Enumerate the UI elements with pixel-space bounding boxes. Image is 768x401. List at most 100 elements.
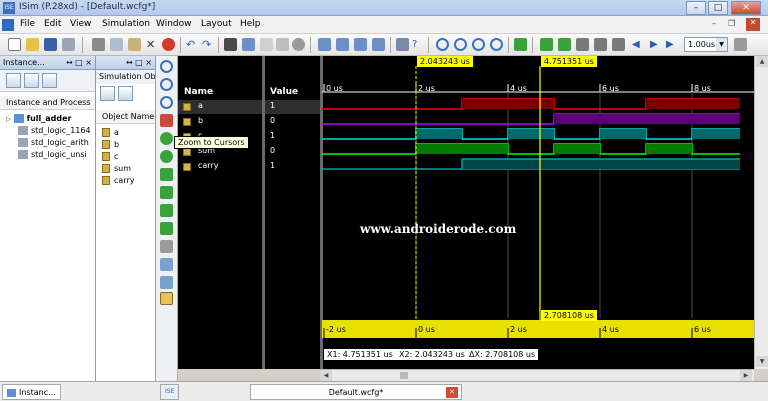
tab-objects[interactable]: ISE bbox=[160, 384, 180, 400]
tree-item[interactable]: std_logic_1164 bbox=[18, 126, 91, 135]
run-step-icon[interactable]: ▶ bbox=[666, 38, 679, 51]
scroll-left-icon[interactable]: ◀ bbox=[320, 370, 332, 381]
object-sort-icon[interactable] bbox=[118, 86, 133, 101]
new-file-icon[interactable] bbox=[8, 38, 21, 51]
refresh-icon[interactable] bbox=[514, 38, 527, 51]
zoom-cursors-icon[interactable] bbox=[490, 38, 503, 51]
undo-icon[interactable]: ↶ bbox=[186, 38, 199, 51]
minimize-button[interactable]: – bbox=[686, 1, 706, 15]
sort-icon[interactable] bbox=[276, 38, 289, 51]
run-back-icon[interactable] bbox=[594, 38, 607, 51]
step-icon[interactable] bbox=[558, 38, 571, 51]
goto-icon[interactable] bbox=[260, 38, 273, 51]
menu-view[interactable]: View bbox=[70, 19, 91, 29]
time-label: 2 us bbox=[418, 84, 435, 93]
prev-transition-icon[interactable] bbox=[160, 168, 173, 181]
goto-latest-time-icon[interactable] bbox=[160, 150, 173, 163]
rewind-icon[interactable]: ◀ bbox=[632, 38, 645, 51]
run-time-select[interactable]: 1.00us ▼ bbox=[684, 37, 728, 52]
tools-icon[interactable] bbox=[396, 38, 409, 51]
dropdown-arrow-icon[interactable]: ▼ bbox=[716, 38, 727, 51]
floating-ruler-icon[interactable] bbox=[160, 292, 173, 305]
menu-help[interactable]: Help bbox=[240, 19, 261, 29]
open-folder-icon[interactable] bbox=[26, 38, 39, 51]
object-item[interactable]: sum bbox=[102, 164, 131, 173]
redo-icon[interactable]: ↷ bbox=[202, 38, 215, 51]
break-icon[interactable] bbox=[576, 38, 589, 51]
signal-name[interactable]: carry bbox=[198, 161, 218, 170]
mdi-close-icon[interactable]: ✕ bbox=[746, 18, 760, 31]
zoom-cursors-icon[interactable] bbox=[160, 114, 173, 127]
swap-cursors-icon[interactable] bbox=[160, 258, 173, 271]
zoom-in-icon[interactable] bbox=[160, 60, 173, 73]
paste-icon[interactable] bbox=[128, 38, 141, 51]
save-icon[interactable] bbox=[44, 38, 57, 51]
tab-instances[interactable]: Instanc... bbox=[2, 384, 61, 400]
run-for-icon[interactable] bbox=[612, 38, 625, 51]
copy-icon[interactable] bbox=[110, 38, 123, 51]
menu-app-icon[interactable] bbox=[2, 19, 14, 31]
time-label: 0 us bbox=[418, 325, 435, 334]
snap-icon[interactable] bbox=[160, 276, 173, 289]
next-marker-icon[interactable] bbox=[160, 240, 173, 253]
tree-item[interactable]: std_logic_unsi bbox=[18, 150, 87, 159]
mdi-min-icon[interactable]: – bbox=[712, 19, 716, 28]
find-next-icon[interactable] bbox=[242, 38, 255, 51]
signal-name[interactable]: a bbox=[198, 101, 203, 110]
expand-all-icon[interactable] bbox=[6, 73, 21, 88]
layout-cascade-icon[interactable] bbox=[318, 38, 331, 51]
layout-tile-v-icon[interactable] bbox=[354, 38, 367, 51]
object-filter-icon[interactable] bbox=[100, 86, 115, 101]
save-all-icon[interactable] bbox=[62, 38, 75, 51]
menu-simulation[interactable]: Simulation bbox=[102, 19, 150, 29]
tree-item[interactable]: std_logic_arith bbox=[18, 138, 89, 147]
cancel-icon[interactable] bbox=[292, 38, 305, 51]
scroll-thumb[interactable] bbox=[400, 372, 408, 379]
object-item[interactable]: c bbox=[102, 152, 118, 161]
stop-icon[interactable] bbox=[162, 38, 175, 51]
layout-tile-h-icon[interactable] bbox=[336, 38, 349, 51]
cut-icon[interactable] bbox=[92, 38, 105, 51]
object-item[interactable]: a bbox=[102, 128, 119, 137]
scroll-right-icon[interactable]: ▶ bbox=[740, 370, 752, 381]
prev-marker-icon[interactable] bbox=[160, 222, 173, 235]
menu-window[interactable]: Window bbox=[156, 19, 192, 29]
pane-controls-icon[interactable]: ↔ □ × bbox=[96, 56, 155, 70]
restart-icon[interactable] bbox=[540, 38, 553, 51]
horizontal-scrollbar[interactable]: ◀ ▶ bbox=[320, 369, 754, 381]
pane-controls-icon[interactable]: ↔ □ × bbox=[66, 58, 92, 67]
zoom-in-icon[interactable] bbox=[436, 38, 449, 51]
zoom-fit-icon[interactable] bbox=[160, 96, 173, 109]
zoom-fit-icon[interactable] bbox=[472, 38, 485, 51]
scroll-up-icon[interactable]: ▲ bbox=[756, 56, 768, 67]
help-icon[interactable]: ? bbox=[412, 38, 425, 51]
menu-edit[interactable]: Edit bbox=[44, 19, 61, 29]
find-icon[interactable] bbox=[224, 38, 237, 51]
run-time-icon[interactable] bbox=[734, 38, 747, 51]
goto-time-zero-icon[interactable] bbox=[160, 132, 173, 145]
close-button[interactable]: ✕ bbox=[731, 1, 761, 15]
next-transition-icon[interactable] bbox=[160, 186, 173, 199]
add-marker-icon[interactable] bbox=[160, 204, 173, 217]
waveform-plot[interactable]: 0 us 2 us 4 us 6 us 8 us -2 us 0 us 2 us… bbox=[322, 56, 754, 369]
mdi-restore-icon[interactable]: ❐ bbox=[728, 19, 735, 28]
tab-default-wcfg[interactable]: Default.wcfg* ✕ bbox=[250, 384, 462, 400]
run-icon[interactable]: ▶ bbox=[650, 38, 663, 51]
delete-icon[interactable]: ✕ bbox=[146, 38, 159, 51]
vertical-scrollbar[interactable]: ▲ ▼ bbox=[754, 56, 768, 369]
collapse-all-icon[interactable] bbox=[24, 73, 39, 88]
maximize-button[interactable]: □ bbox=[708, 1, 728, 15]
wave-high-fill bbox=[646, 99, 740, 109]
menu-file[interactable]: File bbox=[20, 19, 35, 29]
object-item[interactable]: b bbox=[102, 140, 119, 149]
object-item[interactable]: carry bbox=[102, 176, 134, 185]
layout-grid-icon[interactable] bbox=[372, 38, 385, 51]
zoom-out-icon[interactable] bbox=[160, 78, 173, 91]
instance-filter-icon[interactable] bbox=[42, 73, 57, 88]
tree-item[interactable]: ▷ full_adder bbox=[6, 114, 72, 123]
scroll-down-icon[interactable]: ▼ bbox=[756, 356, 768, 367]
close-tab-icon[interactable]: ✕ bbox=[446, 387, 458, 398]
menu-layout[interactable]: Layout bbox=[201, 19, 232, 29]
signal-name[interactable]: b bbox=[198, 116, 203, 125]
zoom-out-icon[interactable] bbox=[454, 38, 467, 51]
